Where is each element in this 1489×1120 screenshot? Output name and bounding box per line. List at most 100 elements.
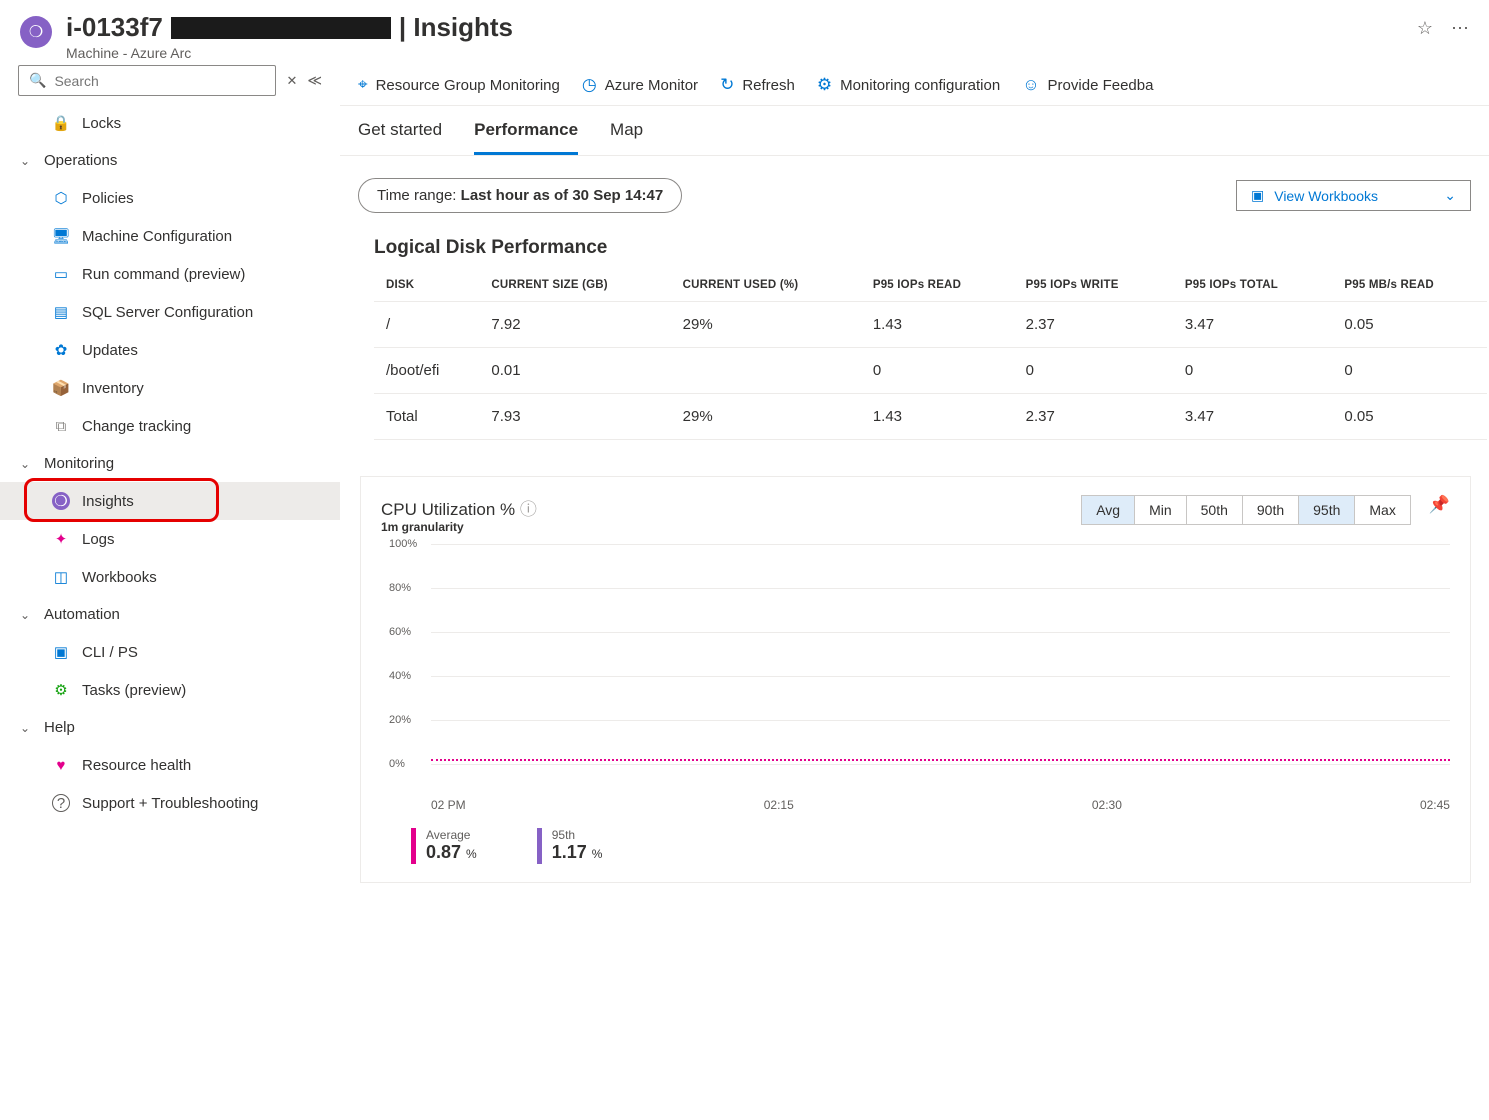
col-header[interactable]: P95 MB/s READ [1332,269,1487,302]
col-header[interactable]: DISK [374,269,479,302]
sidebar-item-sql-server[interactable]: ▤SQL Server Configuration [0,293,340,331]
data-series-line [431,759,1450,761]
sidebar-item-support[interactable]: ?Support + Troubleshooting [0,784,340,822]
sidebar-item-workbooks[interactable]: ◫Workbooks [0,558,340,596]
refresh-icon: ↻ [720,75,734,95]
percentile-selector: AvgMin50th90th95thMax [1081,495,1411,525]
more-actions-icon[interactable]: ⋯ [1451,18,1469,39]
nav-group-automation[interactable]: ⌄Automation [0,596,340,633]
command-bar: ⌖Resource Group Monitoring ◷Azure Monitor… [340,65,1489,106]
pin-icon[interactable]: 📌 [1429,495,1450,515]
chevron-down-icon: ⌄ [1444,187,1456,204]
col-header[interactable]: P95 IOPs WRITE [1014,269,1173,302]
chevron-down-icon: ⌄ [20,457,34,471]
table-row: Total7.9329%1.432.373.470.05 [374,394,1487,440]
sidebar-search[interactable]: 🔍 [18,65,276,96]
col-header[interactable]: P95 IOPs READ [861,269,1014,302]
redacted-id [171,17,391,39]
nav-group-operations[interactable]: ⌄Operations [0,142,340,179]
sidebar-item-insights[interactable]: ❍Insights [0,482,340,520]
col-header[interactable]: CURRENT SIZE (GB) [479,269,670,302]
chevron-down-icon: ⌄ [20,721,34,735]
percentile-90th[interactable]: 90th [1243,496,1299,524]
col-header[interactable]: CURRENT USED (%) [671,269,861,302]
sidebar-item-logs[interactable]: ✦Logs [0,520,340,558]
tab-performance[interactable]: Performance [474,120,578,155]
col-header[interactable]: P95 IOPs TOTAL [1173,269,1332,302]
sidebar-item-cli-ps[interactable]: ▣CLI / PS [0,633,340,671]
legend-item-95th[interactable]: 95th1.17 % [537,828,603,864]
toolbar-resource-group-monitoring[interactable]: ⌖Resource Group Monitoring [358,75,560,95]
chart-legend: Average0.87 % 95th1.17 % [381,828,1450,864]
tab-get-started[interactable]: Get started [358,120,442,155]
chevron-down-icon: ⌄ [20,154,34,168]
gridline: 80% [431,588,1450,589]
percentile-min[interactable]: Min [1135,496,1187,524]
sidebar-item-updates[interactable]: ✿Updates [0,331,340,369]
chart-x-axis: 02 PM02:1502:3002:45 [381,794,1450,812]
sidebar-item-inventory[interactable]: 📦Inventory [0,369,340,407]
table-row: /boot/efi0.010000 [374,348,1487,394]
percentile-50th[interactable]: 50th [1187,496,1243,524]
disk-performance-table: DISKCURRENT SIZE (GB)CURRENT USED (%)P95… [374,269,1487,440]
chart-granularity: 1m granularity [381,520,537,534]
gridline: 60% [431,632,1450,633]
sidebar-item-tasks[interactable]: ⚙Tasks (preview) [0,671,340,709]
tasks-icon: ⚙ [52,681,70,699]
monitoring-config-icon: ⚙ [817,75,832,95]
collapse-sidebar-icon[interactable]: ≪ [307,72,322,89]
legend-color-swatch [537,828,542,864]
sidebar: 🔍 ✕ ≪ 🔒Locks⌄Operations⬡Policies🖥Machine… [0,65,340,914]
cli-ps-icon: ▣ [52,643,70,661]
search-input[interactable] [54,73,265,89]
toolbar-monitoring-config[interactable]: ⚙Monitoring configuration [817,75,1000,95]
policies-icon: ⬡ [52,189,70,207]
resource-type: Machine - Azure Arc [66,45,1403,61]
legend-item-average[interactable]: Average0.87 % [411,828,477,864]
workbook-icon: ▣ [1251,187,1264,204]
favorite-star-icon[interactable]: ☆ [1417,18,1433,39]
sidebar-item-locks[interactable]: 🔒Locks [0,104,340,142]
toolbar-provide-feedback[interactable]: ☺Provide Feedba [1022,75,1153,95]
percentile-max[interactable]: Max [1355,496,1409,524]
legend-color-swatch [411,828,416,864]
sidebar-item-resource-health[interactable]: ♥Resource health [0,746,340,784]
inventory-icon: 📦 [52,379,70,397]
logs-icon: ✦ [52,530,70,548]
sidebar-item-machine-config[interactable]: 🖥Machine Configuration [0,217,340,255]
gridline: 100% [431,544,1450,545]
clear-search-icon[interactable]: ✕ [286,73,297,89]
nav-group-monitoring[interactable]: ⌄Monitoring [0,445,340,482]
toolbar-azure-monitor[interactable]: ◷Azure Monitor [582,75,698,95]
tab-map[interactable]: Map [610,120,643,155]
toolbar-refresh[interactable]: ↻Refresh [720,75,795,95]
tab-strip: Get started Performance Map [340,106,1489,156]
insights-icon: ❍ [52,492,70,510]
percentile-avg[interactable]: Avg [1082,496,1135,524]
sidebar-item-change-tracking[interactable]: ⧉Change tracking [0,407,340,445]
azure-monitor-icon: ◷ [582,75,597,95]
support-icon: ? [52,794,70,812]
run-command-icon: ▭ [52,265,70,283]
gridline: 0% [431,764,1450,765]
resource-health-icon: ♥ [52,756,70,774]
resource-icon: ❍ [20,16,52,48]
time-range-pill[interactable]: Time range: Last hour as of 30 Sep 14:47 [358,178,682,213]
lock-icon: 🔒 [52,114,70,132]
table-row: /7.9229%1.432.373.470.05 [374,302,1487,348]
view-workbooks-dropdown[interactable]: ▣View Workbooks ⌄ [1236,180,1471,211]
info-icon[interactable]: ⓘ [520,500,537,519]
sql-server-icon: ▤ [52,303,70,321]
sidebar-item-run-command[interactable]: ▭Run command (preview) [0,255,340,293]
resource-group-monitoring-icon: ⌖ [358,75,368,95]
chevron-down-icon: ⌄ [20,608,34,622]
cpu-chart-plot[interactable]: 100%80%60%40%20%0% [381,544,1450,794]
nav-group-help[interactable]: ⌄Help [0,709,340,746]
gridline: 20% [431,720,1450,721]
percentile-95th[interactable]: 95th [1299,496,1355,524]
workbooks-icon: ◫ [52,568,70,586]
sidebar-item-policies[interactable]: ⬡Policies [0,179,340,217]
provide-feedback-icon: ☺ [1022,75,1039,95]
chart-title: CPU Utilization % ⓘ [381,495,537,520]
page-title: i-0133f7 | Insights [66,12,1403,43]
